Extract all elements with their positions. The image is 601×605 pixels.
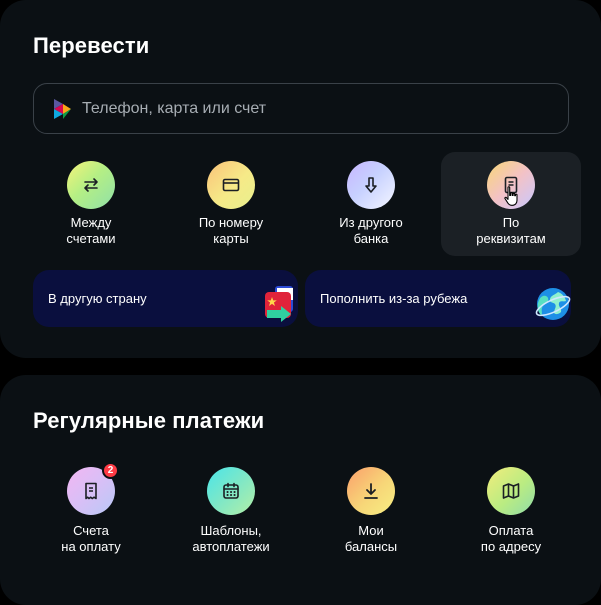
calendar-icon	[207, 467, 255, 515]
map-icon	[487, 467, 535, 515]
banner-abroad-label: В другую страну	[48, 291, 147, 306]
action-by-card-number[interactable]: По номеру карты	[161, 152, 301, 256]
action-between-accounts[interactable]: Между счетами	[21, 152, 161, 256]
search-placeholder: Телефон, карта или счет	[82, 100, 267, 117]
action-label: По номеру карты	[198, 215, 264, 246]
globe-icon	[535, 288, 571, 320]
action-label: Из другого банка	[339, 215, 403, 246]
download-icon	[347, 467, 395, 515]
action-label: По реквизитам	[476, 215, 546, 246]
arrow-down-icon	[347, 161, 395, 209]
action-my-balances[interactable]: Мои балансы	[301, 455, 441, 559]
invoices-count-badge: 2	[102, 462, 119, 479]
action-from-other-bank[interactable]: Из другого банка	[301, 152, 441, 256]
card-icon	[207, 161, 255, 209]
action-label: Мои балансы	[344, 523, 398, 554]
search-input[interactable]: Телефон, карта или счет	[33, 83, 569, 134]
sbp-logo-icon	[54, 99, 71, 119]
banner-topup-from-abroad[interactable]: Пополнить из-за рубежа	[305, 270, 571, 327]
transfer-card: Перевести Телефон, карта или счет Между …	[0, 0, 601, 358]
action-label: Счета на оплату	[61, 523, 121, 554]
flags-icon	[265, 286, 293, 322]
transfer-title: Перевести	[33, 33, 150, 58]
receipt-icon: 2	[67, 462, 119, 515]
hand-cursor-icon	[504, 186, 518, 206]
action-invoices[interactable]: 2 Счета на оплату	[21, 455, 161, 559]
banner-topup-label: Пополнить из-за рубежа	[320, 291, 468, 306]
action-pay-by-address[interactable]: Оплата по адресу	[441, 455, 581, 559]
action-label: Шаблоны, автоплатежи	[192, 523, 270, 554]
action-label: Между счетами	[66, 215, 116, 246]
action-by-requisites[interactable]: По реквизитам	[441, 152, 581, 256]
action-label: Оплата по адресу	[480, 523, 542, 554]
action-templates-autopayments[interactable]: Шаблоны, автоплатежи	[161, 455, 301, 559]
regular-payments-title: Регулярные платежи	[33, 408, 265, 433]
arrows-swap-icon	[67, 161, 115, 209]
regular-payments-card: Регулярные платежи 2 Счета на оплату Шаб…	[0, 375, 601, 605]
banner-abroad[interactable]: В другую страну	[33, 270, 298, 327]
